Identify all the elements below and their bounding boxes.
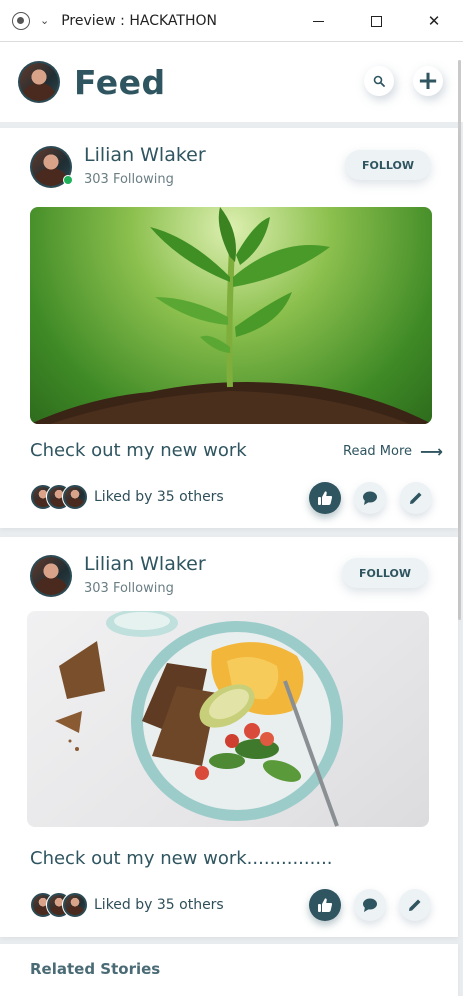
search-button[interactable]: [364, 66, 394, 96]
add-button[interactable]: +: [413, 66, 443, 96]
food-plate-illustration: [55, 611, 343, 827]
search-icon: [373, 75, 385, 87]
liker-avatar: [62, 892, 88, 918]
read-more-label: Read More: [343, 444, 413, 459]
close-icon: ✕: [427, 12, 441, 30]
liked-by-text: Liked by 35 others: [94, 489, 224, 505]
close-button[interactable]: ✕: [405, 0, 463, 42]
post-card: Lilian Wlaker 303 Following FOLLOW Check…: [0, 537, 458, 937]
follow-button[interactable]: FOLLOW: [342, 558, 428, 588]
follow-button[interactable]: FOLLOW: [345, 150, 431, 180]
app-header: Feed +: [0, 42, 463, 122]
like-button[interactable]: [309, 889, 341, 921]
pencil-icon: [409, 899, 421, 911]
post-image[interactable]: [30, 207, 432, 424]
chevron-down-icon[interactable]: ⌄: [40, 14, 49, 27]
related-stories-section: Related Stories: [0, 944, 458, 996]
liked-by-row[interactable]: Liked by 35 others: [30, 892, 224, 918]
author-avatar[interactable]: [30, 555, 72, 597]
edit-button[interactable]: [399, 889, 431, 921]
post-image[interactable]: [27, 611, 429, 827]
read-more-link[interactable]: Read More ⟶: [343, 442, 443, 461]
liked-by-row[interactable]: Liked by 35 others: [30, 484, 224, 510]
pencil-icon: [410, 492, 422, 504]
author-name[interactable]: Lilian Wlaker: [84, 144, 206, 166]
maximize-icon: [370, 15, 382, 27]
plus-icon: +: [417, 66, 439, 96]
minimize-icon: [312, 20, 324, 22]
post-caption: Check out my new work...............: [30, 848, 333, 869]
thumbs-up-icon: [318, 898, 333, 912]
thumbs-up-icon: [318, 491, 333, 505]
related-stories-title: Related Stories: [30, 960, 161, 978]
user-avatar[interactable]: [18, 61, 60, 103]
comment-icon: [363, 491, 377, 505]
comment-button[interactable]: [354, 889, 386, 921]
window-titlebar: ⌄ Preview : HACKATHON ✕: [0, 0, 463, 42]
following-count: 303 Following: [84, 172, 174, 187]
minimize-button[interactable]: [289, 0, 347, 42]
edit-button[interactable]: [400, 482, 432, 514]
following-count: 303 Following: [84, 581, 174, 596]
comment-icon: [363, 898, 377, 912]
maximize-button[interactable]: [347, 0, 405, 42]
online-indicator: [63, 175, 73, 185]
window-controls: ✕: [289, 0, 463, 42]
arrow-right-icon: ⟶: [420, 442, 443, 461]
author-name[interactable]: Lilian Wlaker: [84, 553, 206, 575]
app-icon: [12, 11, 30, 30]
author-avatar[interactable]: [30, 146, 73, 188]
liked-by-text: Liked by 35 others: [94, 897, 224, 913]
post-caption: Check out my new work: [30, 440, 247, 461]
comment-button[interactable]: [354, 482, 386, 514]
window-title: Preview : HACKATHON: [61, 12, 217, 29]
plant-sprout-illustration: [30, 207, 432, 424]
liker-avatar: [62, 484, 88, 510]
page-title: Feed: [74, 62, 166, 102]
like-button[interactable]: [309, 482, 341, 514]
post-card: Lilian Wlaker 303 Following FOLLOW Check…: [0, 128, 458, 528]
scrollbar[interactable]: [458, 60, 461, 620]
